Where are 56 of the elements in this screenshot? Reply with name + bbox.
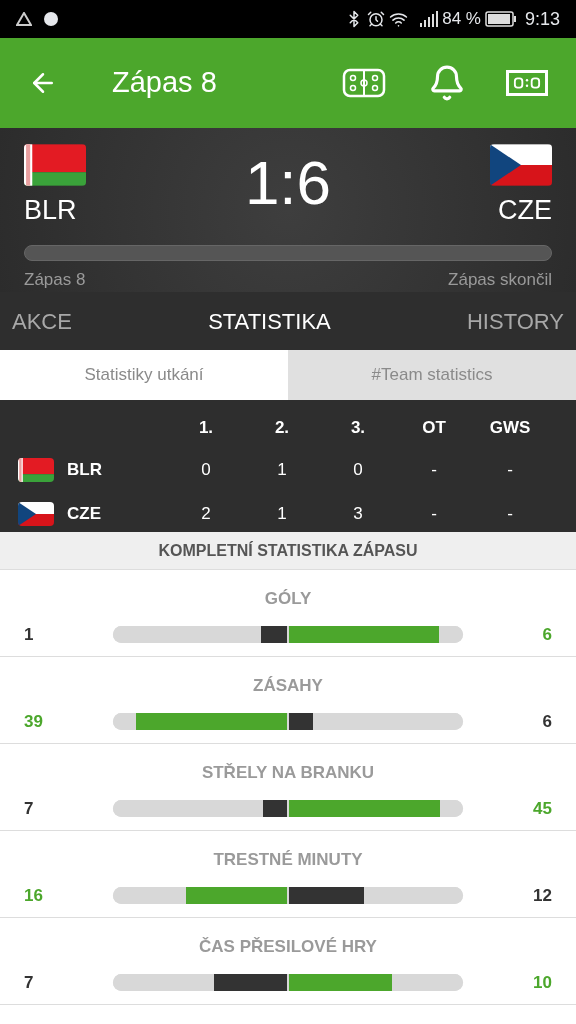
team-code: BLR <box>24 194 78 227</box>
stat-title: ZÁSAHY <box>252 675 324 697</box>
score: 1:6 <box>244 152 332 214</box>
alarm-icon <box>367 10 386 28</box>
stat-value: 1 <box>24 623 35 646</box>
stat-title: STŘELY NA BRANKU <box>200 762 376 784</box>
column-header: 1. <box>197 417 215 440</box>
table-cell-text: 0 <box>352 459 364 482</box>
stat-value: 7 <box>24 797 35 820</box>
match-label: Zápas 8 <box>24 268 86 291</box>
clock: 9:13 <box>524 7 560 31</box>
notification-icon <box>16 12 32 26</box>
stat-value: 10 <box>532 971 552 994</box>
stat-value: 6 <box>541 710 552 733</box>
column-header: OT <box>421 417 447 440</box>
stat-value: 6 <box>541 623 552 646</box>
team-code: CZE <box>498 194 552 227</box>
team-code: CZE <box>67 503 101 526</box>
stat-title: TRESTNÉ MINUTY <box>212 849 364 871</box>
battery-icon <box>484 11 517 27</box>
stat-value: 45 <box>532 797 552 820</box>
team-code: BLR <box>67 459 102 482</box>
column-header: 3. <box>349 417 367 440</box>
tab[interactable]: AKCE <box>12 304 72 338</box>
stat-value: 12 <box>532 884 552 907</box>
stat-value: 16 <box>24 884 44 907</box>
stat-value: 39 <box>24 710 44 733</box>
column-header: 2. <box>273 417 291 440</box>
tab[interactable]: HISTORY <box>467 304 564 338</box>
table-cell-text: - <box>430 459 438 482</box>
app-bar-title: Zápas 8 <box>112 65 217 101</box>
scoreboard-icon[interactable] <box>506 70 548 96</box>
flag-icon <box>24 144 86 186</box>
stat-value: 7 <box>24 971 35 994</box>
flag-icon <box>18 458 54 482</box>
table-cell-text: 1 <box>276 459 288 482</box>
table-cell-text: 2 <box>200 503 212 526</box>
table-cell-text: - <box>430 503 438 526</box>
rink-icon[interactable] <box>342 68 386 98</box>
match-status: Zápas skončil <box>448 268 552 291</box>
table-cell-text: - <box>506 503 514 526</box>
tab[interactable]: STATISTIKA <box>208 304 331 338</box>
signal-icon <box>420 11 439 27</box>
stat-title: ČAS PŘESILOVÉ HRY <box>198 936 378 958</box>
chat-icon <box>44 12 58 26</box>
table-cell-text: - <box>506 459 514 482</box>
table-cell-text: 1 <box>276 503 288 526</box>
flag-icon <box>490 144 552 186</box>
section-header: KOMPLETNÍ STATISTIKA ZÁPASU <box>158 540 418 561</box>
table-cell-text: 3 <box>352 503 364 526</box>
bell-icon[interactable] <box>428 64 466 102</box>
table-cell-text: 0 <box>200 459 212 482</box>
battery-percent: 84 % <box>442 8 481 31</box>
stat-title: GÓLY <box>263 588 313 610</box>
column-header: GWS <box>488 417 532 440</box>
flag-icon <box>18 502 54 526</box>
